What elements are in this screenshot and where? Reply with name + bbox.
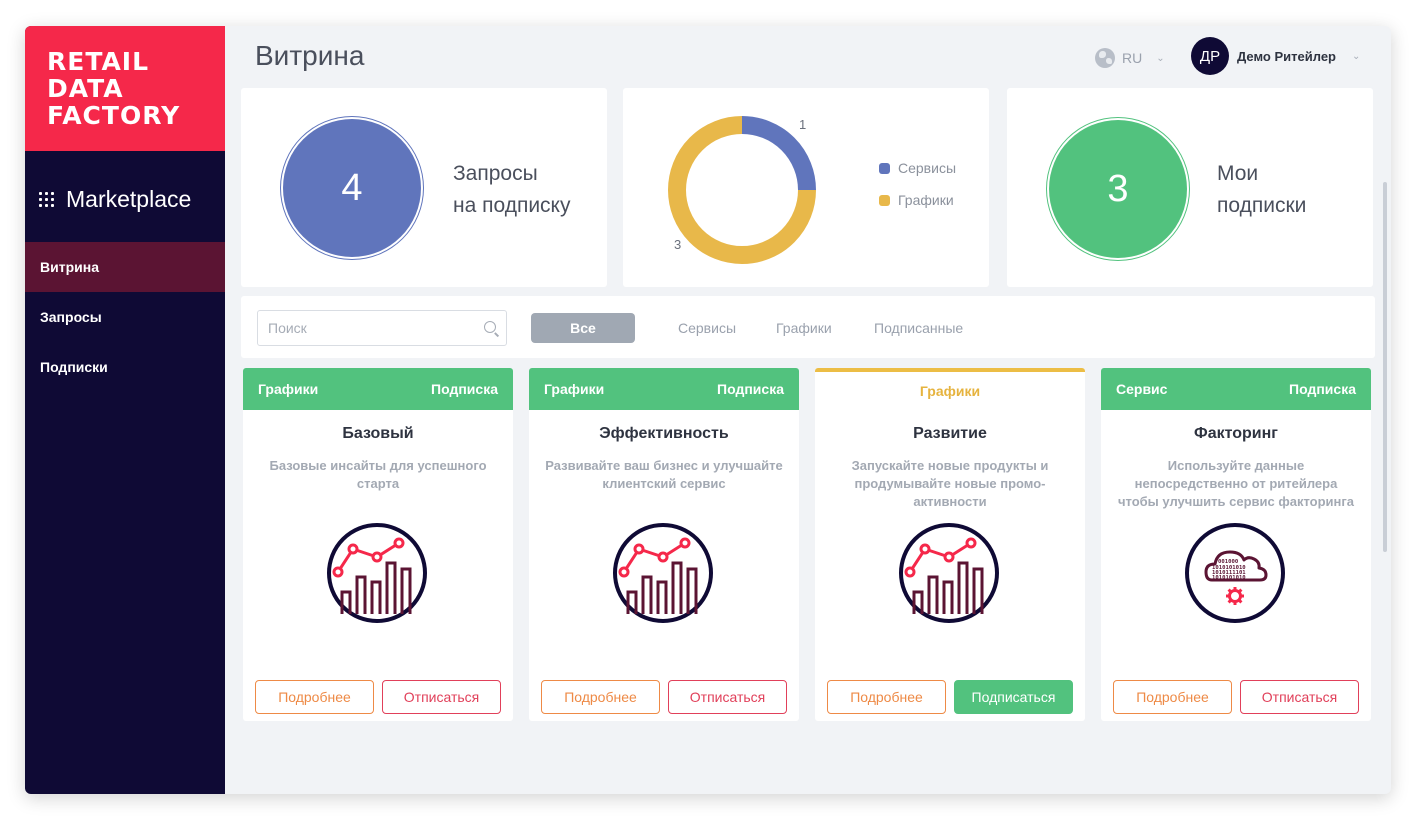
- requests-label: Запросы на подписку: [453, 158, 603, 222]
- svg-text:1010101010: 1010101010: [1212, 575, 1246, 581]
- chevron-down-icon: ⌄: [1156, 52, 1165, 64]
- requests-count: 4: [283, 119, 421, 257]
- card-title: Факторинг: [1194, 425, 1278, 442]
- legend-swatch: [879, 194, 890, 206]
- language-label: RU: [1122, 50, 1143, 66]
- tab-subscribed[interactable]: Подписанные: [874, 320, 963, 336]
- filter-bar: Все Сервисы Графики Подписанные: [241, 296, 1375, 358]
- tab-charts[interactable]: Графики: [776, 320, 832, 336]
- user-menu[interactable]: ДР Демо Ритейлер ⌄: [1191, 37, 1360, 75]
- legend-item: Сервисы: [879, 160, 956, 176]
- chart-legend: Сервисы Графики: [879, 160, 956, 224]
- search-input[interactable]: [258, 311, 473, 345]
- card-actions: Подробнее Подписаться: [827, 680, 1073, 714]
- apps-grid-icon: [39, 191, 55, 208]
- legend-label: Сервисы: [898, 160, 957, 176]
- card-status: Подписка: [717, 381, 784, 397]
- subscriptions-stat-card[interactable]: 3 Мои подписки: [1007, 88, 1373, 287]
- sidebar-nav: Витрина Запросы Подписки: [25, 242, 225, 392]
- card-description: Базовые инсайты для успешного старта: [269, 458, 487, 491]
- donut-data-label: 1: [799, 117, 807, 132]
- product-card: Графики Подписка Базовый Базовые инсайты…: [243, 368, 513, 721]
- subscribe-button[interactable]: Подписаться: [954, 680, 1073, 714]
- product-card: Графики Подписка Эффективность Развивайт…: [529, 368, 799, 721]
- search-box: [257, 310, 507, 346]
- chart-growth-icon: [327, 523, 427, 623]
- avatar: ДР: [1191, 37, 1229, 75]
- chart-growth-icon: [613, 523, 713, 623]
- sidebar: RETAIL DATA FACTORY Marketplace Витрина …: [25, 26, 225, 794]
- card-header: Графики: [815, 368, 1085, 410]
- chart-growth-icon: [899, 523, 999, 623]
- details-button[interactable]: Подробнее: [541, 680, 660, 714]
- card-title: Базовый: [342, 425, 414, 442]
- card-actions: Подробнее Отписаться: [1113, 680, 1359, 714]
- card-status: Подписка: [431, 381, 498, 397]
- details-button[interactable]: Подробнее: [827, 680, 946, 714]
- scrollbar[interactable]: [1383, 182, 1387, 552]
- app-switcher[interactable]: Marketplace: [39, 186, 191, 213]
- search-icon[interactable]: [484, 321, 496, 333]
- details-button[interactable]: Подробнее: [255, 680, 374, 714]
- card-header: Сервис Подписка: [1101, 368, 1371, 410]
- card-actions: Подробнее Отписаться: [255, 680, 501, 714]
- logo-line: DATA: [47, 74, 124, 103]
- subscriptions-label: Мои подписки: [1217, 158, 1367, 222]
- cloud-data-icon: 001000 1010101010 1010111101 1010101010: [1185, 523, 1285, 623]
- sidebar-item-requests[interactable]: Запросы: [25, 292, 225, 342]
- requests-stat-card[interactable]: 4 Запросы на подписку: [241, 88, 607, 287]
- card-description: Развивайте ваш бизнес и улучшайте клиент…: [545, 458, 783, 491]
- legend-swatch: [879, 162, 890, 174]
- unsubscribe-button[interactable]: Отписаться: [1240, 680, 1359, 714]
- legend-label: Графики: [898, 192, 954, 208]
- unsubscribe-button[interactable]: Отписаться: [382, 680, 501, 714]
- globe-icon: [1095, 48, 1115, 68]
- card-category: Графики: [258, 381, 319, 397]
- card-title: Развитие: [913, 425, 987, 442]
- subscriptions-label-line: подписки: [1217, 194, 1307, 217]
- tab-services[interactable]: Сервисы: [678, 320, 736, 336]
- page-title: Витрина: [255, 40, 365, 71]
- card-category: Сервис: [1116, 381, 1168, 397]
- app-name: Marketplace: [66, 186, 192, 212]
- card-header: Графики Подписка: [529, 368, 799, 410]
- product-card: Графики Развитие Запускайте новые продук…: [815, 368, 1085, 721]
- user-name: Демо Ритейлер: [1237, 48, 1336, 64]
- sidebar-item-subscriptions[interactable]: Подписки: [25, 342, 225, 392]
- requests-label-line: Запросы: [453, 162, 538, 185]
- app-window: RETAIL DATA FACTORY Marketplace Витрина …: [25, 26, 1391, 794]
- card-actions: Подробнее Отписаться: [541, 680, 787, 714]
- card-category: Графики: [919, 383, 981, 399]
- logo[interactable]: RETAIL DATA FACTORY: [25, 26, 225, 151]
- product-card: Сервис Подписка Факторинг Используйте да…: [1101, 368, 1371, 721]
- card-description: Используйте данные непосредственно от ри…: [1117, 458, 1355, 509]
- card-description: Запускайте новые продукты и продумывайте…: [851, 458, 1049, 509]
- card-status: Подписка: [1289, 381, 1356, 397]
- language-selector[interactable]: RU ⌄: [1095, 48, 1165, 68]
- subscriptions-count: 3: [1049, 120, 1187, 258]
- donut-chart: [668, 116, 816, 264]
- tab-all[interactable]: Все: [531, 313, 635, 343]
- chevron-down-icon: ⌄: [1352, 50, 1361, 62]
- donut-data-label: 3: [674, 237, 682, 252]
- donut-slice-1: [741, 116, 816, 191]
- subscriptions-label-line: Мои: [1217, 162, 1259, 185]
- card-header: Графики Подписка: [243, 368, 513, 410]
- logo-line: RETAIL: [47, 47, 150, 76]
- logo-line: FACTORY: [47, 101, 181, 130]
- unsubscribe-button[interactable]: Отписаться: [668, 680, 787, 714]
- requests-label-line: на подписку: [453, 194, 571, 217]
- card-category: Графики: [544, 381, 605, 397]
- sidebar-item-vitrina[interactable]: Витрина: [25, 242, 225, 292]
- legend-item: Графики: [879, 192, 956, 208]
- chart-stat-card: 1 3 Сервисы Графики: [623, 88, 989, 287]
- card-title: Эффективность: [599, 425, 729, 442]
- details-button[interactable]: Подробнее: [1113, 680, 1232, 714]
